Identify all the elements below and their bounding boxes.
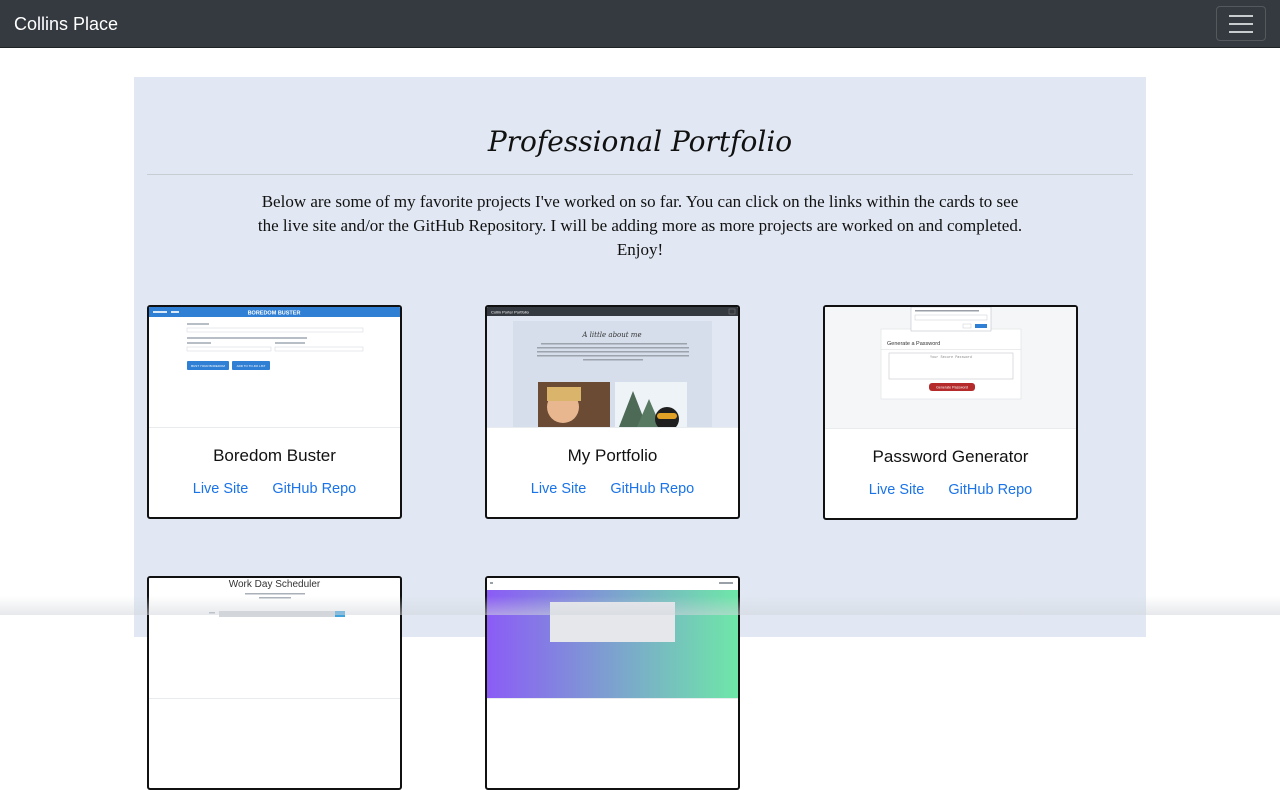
- intro-paragraph: Below are some of my favorite projects I…: [257, 192, 1023, 259]
- project-card-password-generator: Generate a Password Your Secure Password…: [823, 305, 1078, 520]
- card-title: Password Generator: [872, 447, 1029, 466]
- top-navbar: Collins Place: [0, 0, 1280, 48]
- live-site-link[interactable]: Live Site: [193, 481, 249, 497]
- navbar-brand[interactable]: Collins Place: [14, 13, 118, 35]
- project-thumbnail: Collin Porter Portfolio A little about m…: [487, 307, 738, 428]
- live-site-link[interactable]: Live Site: [531, 481, 587, 497]
- card-links: Live Site GitHub Repo: [487, 481, 738, 497]
- hamburger-icon: [1229, 14, 1253, 33]
- portfolio-section: Professional Portfolio Below are some of…: [134, 77, 1146, 790]
- project-thumbnail: BOREDOM BUSTER BUST YOUR BOREDOM ADD TO …: [149, 307, 400, 428]
- thumb-nav: Collin Porter Portfolio: [491, 310, 530, 315]
- live-site-link[interactable]: Live Site: [869, 482, 925, 498]
- thumb-heading: Generate a Password: [887, 341, 940, 347]
- thumb-button-1: BUST YOUR BOREDOM: [191, 364, 225, 368]
- github-repo-link[interactable]: GitHub Repo: [272, 481, 356, 497]
- github-repo-link[interactable]: GitHub Repo: [948, 482, 1032, 498]
- card-links: Live Site GitHub Repo: [825, 482, 1076, 498]
- bottom-scroll-shadow: [0, 596, 1280, 615]
- project-card-boredom-buster: BOREDOM BUSTER BUST YOUR BOREDOM ADD TO …: [147, 305, 402, 519]
- card-title: My Portfolio: [567, 446, 658, 465]
- project-card-my-portfolio: Collin Porter Portfolio A little about m…: [485, 305, 740, 519]
- page-title: Professional Portfolio: [487, 125, 793, 158]
- title-divider: [147, 174, 1133, 175]
- thumb-heading: A little about me: [581, 331, 641, 339]
- project-thumbnail: Generate a Password Your Secure Password…: [825, 307, 1076, 429]
- thumb-button: Generate Password: [936, 386, 968, 390]
- card-title: Boredom Buster: [213, 446, 336, 465]
- card-links: Live Site GitHub Repo: [149, 481, 400, 497]
- thumb-brand: BOREDOM BUSTER: [248, 311, 301, 317]
- portfolio-screenshot: Collin Porter Portfolio A little about m…: [487, 307, 738, 427]
- password-generator-screenshot: Generate a Password Your Secure Password…: [825, 307, 1076, 428]
- thumb-field-placeholder: Your Secure Password: [930, 355, 972, 360]
- navbar-toggler-button[interactable]: [1216, 6, 1266, 41]
- github-repo-link[interactable]: GitHub Repo: [610, 481, 694, 497]
- thumb-button-2: ADD TO TO-DO LIST: [237, 364, 266, 368]
- boredom-buster-screenshot: BOREDOM BUSTER BUST YOUR BOREDOM ADD TO …: [149, 307, 400, 370]
